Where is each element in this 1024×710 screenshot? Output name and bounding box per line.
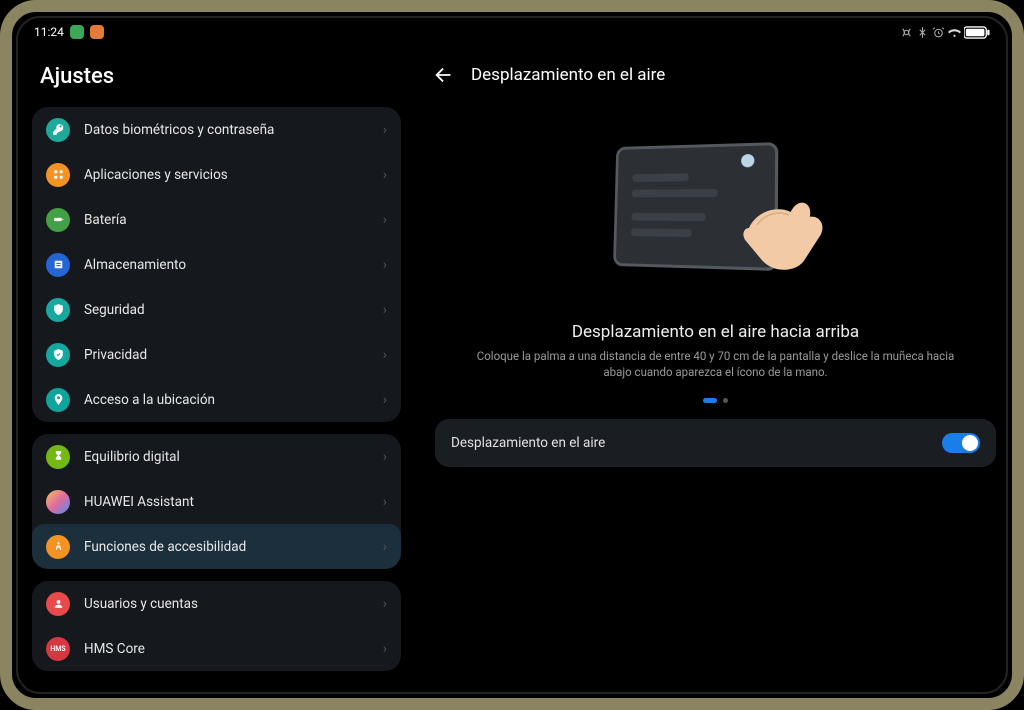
user-icon [46, 592, 70, 616]
sidebar-item-label: Equilibrio digital [84, 449, 383, 465]
nfc-icon [900, 26, 913, 39]
storage-icon [46, 253, 70, 277]
hourglass-icon [46, 445, 70, 469]
sidebar-item-security[interactable]: Seguridad › [32, 287, 401, 332]
sidebar-item-privacy[interactable]: Privacidad › [32, 332, 401, 377]
sidebar-item-digital-balance[interactable]: Equilibrio digital › [32, 434, 401, 479]
sidebar-item-label: Aplicaciones y servicios [84, 167, 383, 183]
air-scroll-illustration [431, 96, 1000, 312]
battery-icon [964, 26, 990, 39]
key-icon [46, 118, 70, 142]
sidebar-item-users[interactable]: Usuarios y cuentas › [32, 581, 401, 626]
privacy-shield-icon [46, 343, 70, 367]
chevron-right-icon: › [383, 449, 387, 465]
sidebar-item-apps[interactable]: Aplicaciones y servicios › [32, 152, 401, 197]
back-button[interactable] [433, 64, 455, 86]
chevron-right-icon: › [383, 257, 387, 273]
sidebar-item-biometrics[interactable]: Datos biométricos y contraseña › [32, 107, 401, 152]
location-icon [46, 388, 70, 412]
sidebar-group: Equilibrio digital › HUAWEI Assistant › … [32, 434, 401, 569]
page-title: Ajustes [32, 46, 401, 107]
chevron-right-icon: › [383, 641, 387, 657]
sidebar-item-battery[interactable]: Batería › [32, 197, 401, 242]
toggle-label: Desplazamiento en el aire [451, 435, 605, 451]
switch-knob [962, 435, 978, 451]
chevron-right-icon: › [383, 494, 387, 510]
sidebar-item-label: HUAWEI Assistant [84, 494, 383, 510]
sidebar-item-location[interactable]: Acceso a la ubicación › [32, 377, 401, 422]
sidebar-item-label: Usuarios y cuentas [84, 596, 383, 612]
status-bar: 11:24 [18, 18, 1006, 46]
status-right [900, 26, 990, 39]
carousel-dot[interactable] [723, 398, 728, 403]
shield-icon [46, 298, 70, 322]
detail-header: Desplazamiento en el aire [431, 46, 1000, 96]
sidebar-item-accessibility[interactable]: Funciones de accesibilidad › [32, 524, 401, 569]
sidebar-item-label: Privacidad [84, 347, 383, 363]
chevron-right-icon: › [383, 596, 387, 612]
chevron-right-icon: › [383, 122, 387, 138]
sidebar-item-label: Acceso a la ubicación [84, 392, 383, 408]
gesture-indicator-icon [741, 154, 754, 167]
hand-icon [733, 180, 829, 276]
accessibility-icon [46, 535, 70, 559]
bluetooth-off-icon [916, 26, 929, 39]
chevron-right-icon: › [383, 347, 387, 363]
battery-icon [46, 208, 70, 232]
carousel-dots[interactable] [431, 380, 1000, 419]
instruction-description: Coloque la palma a una distancia de entr… [431, 348, 1000, 380]
assistant-icon [46, 490, 70, 514]
wifi-icon [948, 26, 961, 39]
chevron-right-icon: › [383, 539, 387, 555]
sidebar-item-hms-core[interactable]: HMS HMS Core › [32, 626, 401, 671]
sidebar-item-label: Funciones de accesibilidad [84, 539, 383, 555]
sidebar-item-label: Datos biométricos y contraseña [84, 122, 383, 138]
status-indicator-icon [70, 25, 84, 39]
status-indicator-icon [90, 25, 104, 39]
status-left: 11:24 [34, 25, 104, 39]
sidebar-item-label: Batería [84, 212, 383, 228]
sidebar-item-label: Seguridad [84, 302, 383, 318]
apps-icon [46, 163, 70, 187]
settings-sidebar[interactable]: Ajustes Datos biométricos y contraseña ›… [18, 46, 413, 692]
air-scroll-toggle-row[interactable]: Desplazamiento en el aire [435, 419, 996, 467]
sidebar-item-storage[interactable]: Almacenamiento › [32, 242, 401, 287]
status-time: 11:24 [34, 25, 64, 39]
detail-title: Desplazamiento en el aire [471, 65, 665, 85]
sidebar-item-label: Almacenamiento [84, 257, 383, 273]
chevron-right-icon: › [383, 302, 387, 318]
sidebar-group: Usuarios y cuentas › HMS HMS Core › [32, 581, 401, 671]
hms-icon: HMS [46, 637, 70, 661]
sidebar-item-label: HMS Core [84, 641, 383, 657]
carousel-dot-active[interactable] [703, 398, 717, 403]
chevron-right-icon: › [383, 392, 387, 408]
instruction-title: Desplazamiento en el aire hacia arriba [431, 312, 1000, 348]
chevron-right-icon: › [383, 167, 387, 183]
chevron-right-icon: › [383, 212, 387, 228]
alarm-icon [932, 26, 945, 39]
sidebar-item-huawei-assistant[interactable]: HUAWEI Assistant › [32, 479, 401, 524]
sidebar-group: Datos biométricos y contraseña › Aplicac… [32, 107, 401, 422]
detail-pane: Desplazamiento en el aire [413, 46, 1006, 692]
air-scroll-switch[interactable] [942, 433, 980, 453]
